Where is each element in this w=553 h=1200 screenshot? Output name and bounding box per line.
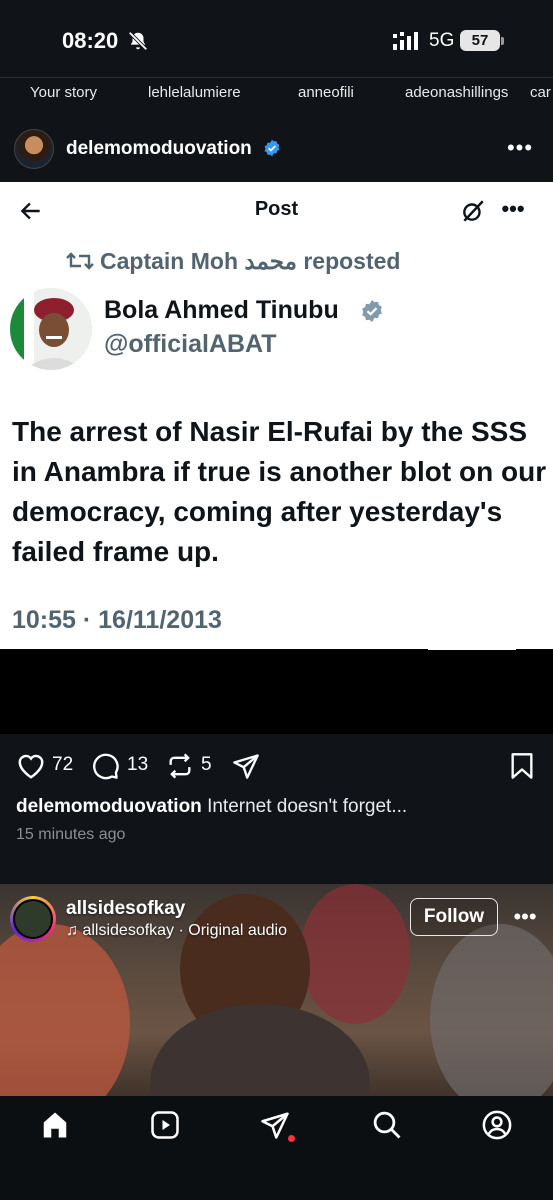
reel-preview[interactable]: allsidesofkay ♫ allsidesofkay · Original… bbox=[0, 884, 553, 1096]
tweet-avatar-image bbox=[10, 288, 92, 370]
post-image: Post ••• Captain Moh محمد reposted Bola … bbox=[0, 182, 553, 649]
repost-icon bbox=[169, 753, 191, 779]
post-header: delemomoduovation ••• bbox=[0, 112, 553, 182]
tweet-timestamp: 10:55 · 16/11/2013 bbox=[12, 606, 222, 634]
story-item[interactable]: car bbox=[530, 84, 551, 101]
share-icon bbox=[233, 754, 259, 779]
status-bar: 08:20 5G 57 bbox=[0, 0, 553, 78]
reel-audio[interactable]: ♫ allsidesofkay · Original audio bbox=[66, 922, 287, 940]
post-time-ago: 15 minutes ago bbox=[16, 826, 126, 843]
image-edge-line bbox=[428, 648, 516, 650]
profile-icon[interactable] bbox=[482, 1110, 512, 1140]
follow-button[interactable]: Follow bbox=[410, 898, 498, 936]
reel-figure bbox=[300, 884, 410, 1024]
battery-tip bbox=[501, 37, 504, 45]
stories-row: Your story lehlelalumiere anneofili adeo… bbox=[0, 78, 553, 112]
tweet-author-name: Bola Ahmed Tinubu bbox=[104, 296, 339, 324]
heart-icon bbox=[18, 754, 44, 779]
tweet-author-handle: @officialABAT bbox=[104, 330, 277, 358]
avatar[interactable] bbox=[14, 129, 54, 169]
tweet-text: The arrest of Nasir El-Rufai by the SSS … bbox=[12, 416, 547, 567]
reel-more-options-button[interactable]: ••• bbox=[510, 904, 540, 930]
bell-off-icon bbox=[128, 31, 148, 51]
image-letterbox bbox=[0, 649, 553, 734]
reel-audio-text: allsidesofkay · Original audio bbox=[82, 922, 287, 939]
share-button[interactable] bbox=[231, 752, 261, 780]
verified-icon bbox=[362, 300, 382, 322]
repost-line: Captain Moh محمد reposted bbox=[66, 248, 400, 275]
caption-text: Internet doesn't forget... bbox=[207, 796, 408, 817]
story-item[interactable]: Your story bbox=[30, 84, 97, 101]
search-icon[interactable] bbox=[372, 1110, 402, 1140]
like-count: 72 bbox=[52, 754, 74, 775]
story-item[interactable]: lehlelalumiere bbox=[148, 84, 241, 101]
battery-indicator: 57 bbox=[460, 30, 500, 51]
bookmark-button[interactable] bbox=[508, 752, 538, 780]
tweet-avatar bbox=[10, 288, 92, 370]
bottom-nav bbox=[0, 1096, 553, 1200]
network-label: 5G bbox=[429, 30, 455, 51]
verified-icon bbox=[264, 139, 280, 157]
story-item[interactable]: adeonashillings bbox=[405, 84, 508, 101]
tweet-more-icon: ••• bbox=[501, 196, 525, 221]
comment-icon bbox=[93, 753, 119, 780]
more-options-button[interactable]: ••• bbox=[505, 133, 535, 163]
reel-username[interactable]: allsidesofkay bbox=[66, 898, 185, 920]
repost-count: 5 bbox=[201, 754, 212, 775]
repost-icon bbox=[66, 252, 94, 270]
messages-icon[interactable] bbox=[260, 1110, 290, 1140]
repost-button[interactable] bbox=[166, 752, 196, 780]
post-caption: delemomoduovation Internet doesn't forge… bbox=[16, 796, 407, 818]
grok-icon bbox=[463, 200, 484, 222]
post-actions: 72 13 5 delemomoduovation Internet doesn… bbox=[0, 734, 553, 884]
like-button[interactable] bbox=[16, 752, 46, 780]
story-item[interactable]: anneofili bbox=[298, 84, 354, 101]
repost-text: Captain Moh محمد reposted bbox=[100, 248, 401, 274]
comment-count: 13 bbox=[127, 754, 149, 775]
signal-icon bbox=[393, 32, 418, 50]
notification-dot bbox=[288, 1135, 295, 1142]
caption-username[interactable]: delemomoduovation bbox=[16, 796, 202, 817]
reel-avatar[interactable] bbox=[10, 896, 56, 942]
reel-figure bbox=[430, 924, 553, 1096]
post-username[interactable]: delemomoduovation bbox=[66, 138, 252, 160]
music-note-icon: ♫ bbox=[66, 922, 78, 939]
comment-button[interactable] bbox=[92, 752, 122, 780]
home-icon[interactable] bbox=[40, 1110, 70, 1140]
status-time: 08:20 bbox=[62, 28, 119, 53]
reels-icon[interactable] bbox=[150, 1110, 180, 1140]
reel-figure bbox=[0, 924, 130, 1096]
bookmark-icon bbox=[511, 753, 533, 779]
